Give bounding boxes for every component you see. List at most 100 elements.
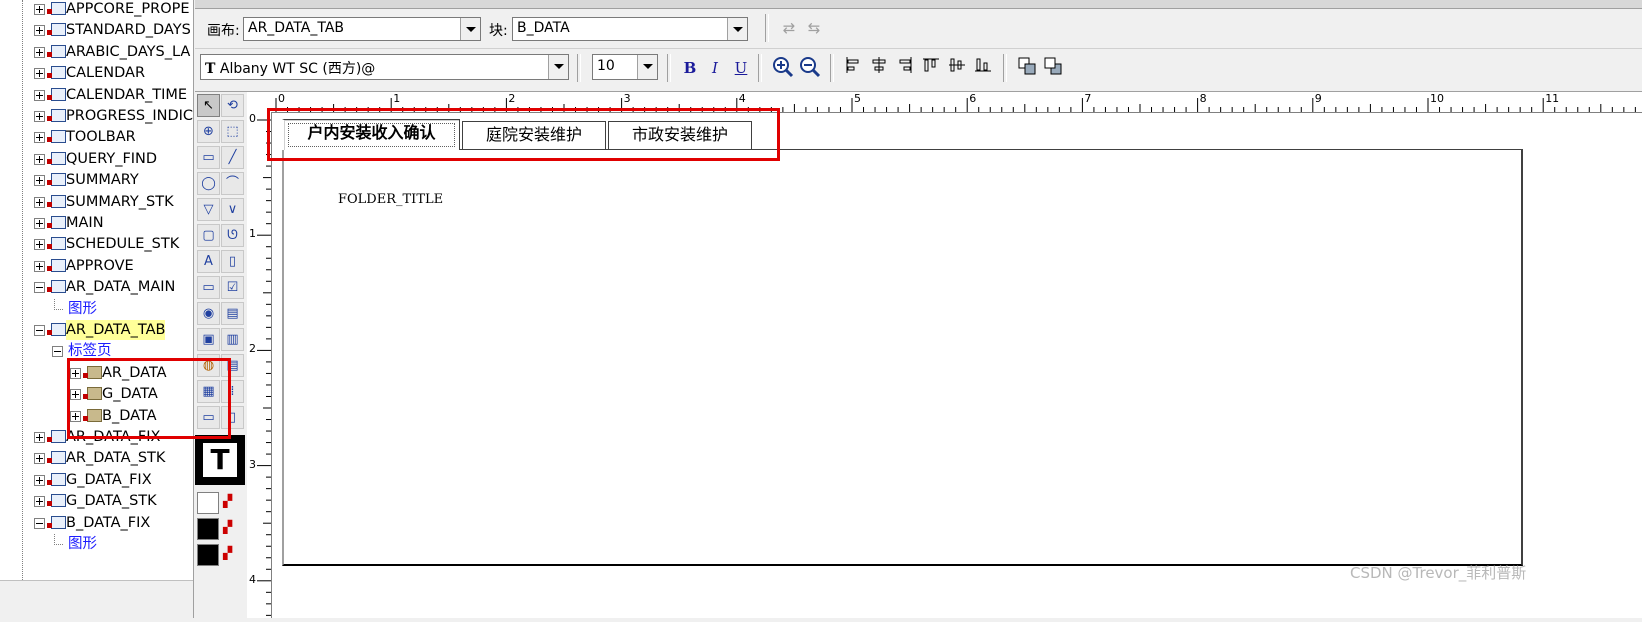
chevron-down-icon[interactable]	[727, 18, 747, 40]
folder-title-item[interactable]: FOLDER_TITLE	[338, 192, 443, 207]
expand-icon[interactable]	[34, 218, 45, 229]
text-color-swatch[interactable]	[197, 544, 219, 566]
disabled-link-icon[interactable]: ⇄	[777, 16, 801, 40]
button-item-icon[interactable]: ▭	[197, 276, 220, 299]
expand-icon[interactable]	[34, 46, 45, 58]
fill-color-swatch[interactable]	[197, 492, 219, 514]
expand-icon[interactable]	[34, 474, 45, 486]
rounded-rectangle-icon[interactable]: ▢	[197, 224, 220, 247]
bring-to-front-icon[interactable]	[1015, 56, 1039, 80]
tree-connector	[54, 298, 63, 310]
tree-node-ar-data-main[interactable]: AR_DATA_MAIN	[0, 277, 193, 297]
reshape-icon[interactable]: ⬚	[221, 120, 244, 143]
underline-button[interactable]: U	[729, 56, 753, 80]
align-left-icon[interactable]	[841, 56, 865, 80]
tree-node-main[interactable]: MAIN	[0, 213, 193, 233]
layout-canvas[interactable]: FOLDER_TITLE 户内安装收入确认 庭院安装维护 市政安装维护	[272, 113, 1642, 618]
tree-node-b-data-fix[interactable]: B_DATA_FIX	[0, 513, 193, 533]
radio-item-icon[interactable]: ◉	[197, 302, 220, 325]
chevron-down-icon[interactable]	[637, 55, 657, 79]
text-color-icon[interactable]: ▞	[223, 546, 241, 564]
arc-icon[interactable]: ⌒	[221, 172, 244, 195]
expand-icon[interactable]	[34, 68, 45, 80]
ellipse-icon[interactable]: ◯	[197, 172, 220, 195]
expand-icon[interactable]	[34, 4, 45, 15]
expand-icon[interactable]	[34, 153, 45, 165]
tree-node-g-data-fix[interactable]: G_DATA_FIX	[0, 470, 193, 490]
collapse-icon[interactable]	[52, 346, 63, 358]
frame-icon[interactable]: ▯	[221, 250, 244, 273]
expand-icon[interactable]	[34, 89, 45, 101]
canvas-select[interactable]: AR_DATA_TAB	[243, 17, 481, 41]
expand-icon[interactable]	[34, 132, 45, 144]
tree-node-calendar[interactable]: CALENDAR	[0, 63, 193, 83]
tab-canvas-panel[interactable]: FOLDER_TITLE	[282, 149, 1523, 566]
fill-color-icon[interactable]: ▞	[223, 494, 241, 512]
align-bottom-icon[interactable]	[971, 56, 995, 80]
rotate-icon[interactable]: ⟲	[221, 94, 244, 117]
align-middle-icon[interactable]	[945, 56, 969, 80]
tree-node-arabic-days-la[interactable]: ARABIC_DAYS_LA	[0, 42, 193, 62]
tree-node-progress-indic[interactable]: PROGRESS_INDIC	[0, 106, 193, 126]
checkbox-item-icon[interactable]: ☑	[221, 276, 244, 299]
tree-node-g-data-stk[interactable]: G_DATA_STK	[0, 491, 193, 511]
align-right-icon[interactable]	[893, 56, 917, 80]
tree-node-label-only[interactable]: 图形	[0, 534, 193, 554]
truetype-icon: T	[205, 61, 216, 77]
tree-node-approve[interactable]: APPROVE	[0, 256, 193, 276]
select-arrow-icon[interactable]: ↖	[197, 94, 220, 117]
bold-button[interactable]: B	[678, 56, 702, 80]
send-to-back-icon[interactable]	[1041, 56, 1065, 80]
expand-icon[interactable]	[34, 260, 45, 272]
italic-button[interactable]: I	[703, 56, 727, 80]
ruler-number: 1	[393, 92, 401, 105]
magnify-icon[interactable]: ⊕	[197, 120, 220, 143]
expand-icon[interactable]	[34, 111, 45, 122]
tree-node-summary[interactable]: SUMMARY	[0, 170, 193, 190]
freehand-icon[interactable]: ᘎ	[221, 224, 244, 247]
expand-icon[interactable]	[34, 175, 45, 187]
tree-node-ar-data-stk[interactable]: AR_DATA_STK	[0, 448, 193, 468]
polyline-icon[interactable]: ∨	[221, 198, 244, 221]
line-color-swatch[interactable]	[197, 518, 219, 540]
zoom-in-icon[interactable]	[771, 56, 795, 80]
line-icon[interactable]: ╱	[221, 146, 244, 169]
tree-node-appcore-prope[interactable]: APPCORE_PROPE	[0, 0, 193, 19]
chevron-down-icon[interactable]	[548, 55, 568, 79]
line-color-icon[interactable]: ▞	[223, 520, 241, 538]
tree-node-ar-data-tab[interactable]: AR_DATA_TAB	[0, 320, 193, 340]
polygon-icon[interactable]: ▽	[197, 198, 220, 221]
collapse-icon[interactable]	[34, 282, 45, 294]
expand-icon[interactable]	[34, 239, 45, 251]
tree-node-label-only[interactable]: 图形	[0, 298, 193, 319]
rectangle-icon[interactable]: ▭	[197, 146, 220, 169]
text-item-icon[interactable]: ▤	[221, 302, 244, 325]
align-center-icon[interactable]	[867, 56, 891, 80]
chevron-down-icon[interactable]	[460, 18, 480, 40]
chart-item-icon[interactable]: ▥	[221, 328, 244, 351]
expand-icon[interactable]	[34, 196, 45, 208]
tree-node-toolbar[interactable]: TOOLBAR	[0, 127, 193, 147]
image-item-icon[interactable]: ▣	[197, 328, 220, 351]
tree-node-summary-stk[interactable]: SUMMARY_STK	[0, 192, 193, 212]
font-select[interactable]: T Albany WT SC (西方)@	[200, 54, 569, 80]
tree-node-schedule-stk[interactable]: SCHEDULE_STK	[0, 234, 193, 254]
expand-icon[interactable]	[34, 432, 45, 443]
zoom-out-icon[interactable]	[798, 56, 822, 80]
disabled-unlink-icon[interactable]: ⇆	[802, 16, 826, 40]
tree-node-standard-days[interactable]: STANDARD_DAYS	[0, 20, 193, 40]
block-select[interactable]: B_DATA	[512, 17, 748, 41]
align-top-icon[interactable]	[919, 56, 943, 80]
tree-node-query-find[interactable]: QUERY_FIND	[0, 149, 193, 169]
text-sample-swatch[interactable]: T	[195, 435, 245, 485]
canvas-icon	[47, 151, 66, 165]
collapse-icon[interactable]	[34, 325, 45, 336]
expand-icon[interactable]	[34, 496, 45, 508]
expand-icon[interactable]	[34, 25, 45, 37]
text-tool-icon[interactable]: A	[197, 250, 220, 273]
expand-icon[interactable]	[34, 453, 45, 465]
canvas-block-toolbar: 画布: AR_DATA_TAB 块: B_DATA ⇄ ⇆	[195, 10, 1642, 49]
tree-node-calendar-time[interactable]: CALENDAR_TIME	[0, 85, 193, 105]
collapse-icon[interactable]	[34, 517, 45, 529]
font-size-select[interactable]: 10	[592, 54, 658, 80]
